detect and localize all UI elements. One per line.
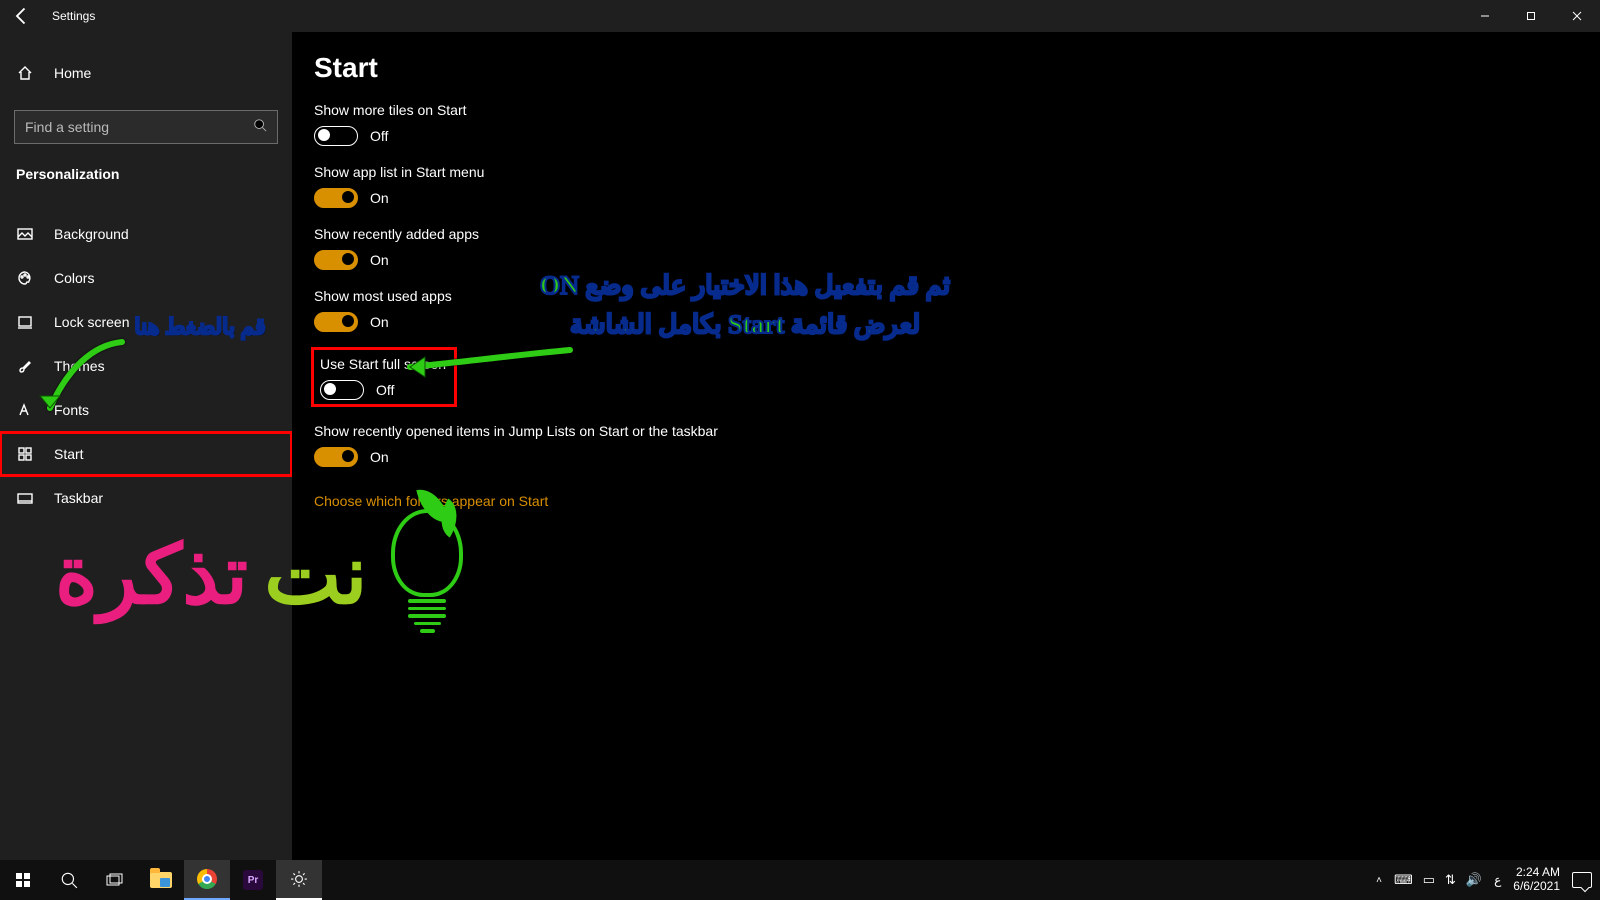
section-heading: Personalization [0,160,292,196]
sidebar-item-label: Fonts [54,402,89,418]
home-label: Home [54,65,91,81]
picture-icon [16,225,34,243]
taskbar-clock[interactable]: 2:24 AM 6/6/2021 [1513,866,1560,894]
home-icon [16,64,34,82]
setting-more-tiles: Show more tiles on Start Off [314,102,1578,146]
lock-screen-icon [16,313,34,331]
taskbar-right: ˄ ⌨ ▭ ⇅ 🔊 ع 2:24 AM 6/6/2021 [1376,866,1600,894]
keyboard-lang-icon[interactable]: ⌨ [1394,872,1413,888]
tray-overflow-icon[interactable]: ˄ [1376,875,1382,886]
toggle-state: On [370,449,389,465]
sidebar-item-label: Colors [54,270,94,286]
brush-icon [16,357,34,375]
task-view-button[interactable] [92,860,138,900]
clock-date: 6/6/2021 [1513,880,1560,894]
input-language[interactable]: ع [1494,873,1501,887]
title-bar: Settings [0,0,1600,32]
sidebar-item-taskbar[interactable]: Taskbar [0,476,292,520]
toggle-recent-apps[interactable] [314,250,358,270]
toggle-state: On [370,314,389,330]
back-button[interactable] [12,6,32,26]
search-icon [253,118,267,137]
sidebar-item-background[interactable]: Background [0,212,292,256]
sidebar-item-label: Start [54,446,84,462]
sidebar-item-fonts[interactable]: Fonts [0,388,292,432]
taskbar-chrome[interactable] [184,860,230,900]
taskbar-settings[interactable] [276,860,322,900]
minimize-button[interactable] [1462,0,1508,32]
title-bar-left: Settings [0,6,95,26]
setting-label: Show recently opened items in Jump Lists… [314,423,1578,439]
sidebar-item-label: Lock screen [54,314,129,330]
volume-icon[interactable]: 🔊 [1466,872,1482,888]
start-grid-icon [16,445,34,463]
sidebar-item-start[interactable]: Start [0,432,292,476]
setting-recent-apps: Show recently added apps On [314,226,1578,270]
settings-sidebar: Home Personalization Background Colors L… [0,32,292,860]
sidebar-item-label: Background [54,226,129,242]
taskbar-icon [16,489,34,507]
sidebar-item-label: Themes [54,358,105,374]
toggle-state: Off [376,382,394,398]
setting-label: Use Start full screen [320,356,446,372]
chrome-icon [197,869,217,889]
taskbar-premiere[interactable]: Pr [230,860,276,900]
setting-jump-lists: Show recently opened items in Jump Lists… [314,423,1578,467]
sidebar-item-label: Taskbar [54,490,103,506]
toggle-app-list[interactable] [314,188,358,208]
caption-buttons [1462,0,1600,32]
taskbar-explorer[interactable] [138,860,184,900]
setting-label: Show most used apps [314,288,1578,304]
sidebar-item-themes[interactable]: Themes [0,344,292,388]
choose-folders-link[interactable]: Choose which folders appear on Start [314,493,548,509]
setting-label: Show app list in Start menu [314,164,1578,180]
settings-content: Start Show more tiles on Start Off Show … [292,32,1600,860]
sidebar-item-lockscreen[interactable]: Lock screen [0,300,292,344]
sidebar-nav: Background Colors Lock screen Themes Fon… [0,212,292,520]
toggle-full-screen[interactable] [320,380,364,400]
toggle-state: On [370,252,389,268]
app-title: Settings [52,9,95,23]
setting-label: Show recently added apps [314,226,1578,242]
search-box[interactable] [14,110,278,144]
setting-label: Show more tiles on Start [314,102,1578,118]
toggle-state: On [370,190,389,206]
home-nav[interactable]: Home [0,50,292,96]
palette-icon [16,269,34,287]
clock-time: 2:24 AM [1513,866,1560,880]
folder-icon [150,872,172,888]
setting-most-used: Show most used apps On [314,288,1578,332]
wifi-icon[interactable]: ⇅ [1445,872,1456,888]
sidebar-item-colors[interactable]: Colors [0,256,292,300]
toggle-more-tiles[interactable] [314,126,358,146]
taskbar-search-button[interactable] [46,860,92,900]
start-button[interactable] [0,860,46,900]
toggle-most-used[interactable] [314,312,358,332]
taskbar: Pr ˄ ⌨ ▭ ⇅ 🔊 ع 2:24 AM 6/6/2021 [0,860,1600,900]
premiere-icon: Pr [243,870,263,890]
system-tray: ⌨ ▭ ⇅ 🔊 [1394,872,1482,888]
action-center-icon[interactable] [1572,872,1592,888]
setting-full-screen: Use Start full screen Off [314,350,1578,405]
toggle-jump-lists[interactable] [314,447,358,467]
search-input[interactable] [25,119,253,135]
maximize-button[interactable] [1508,0,1554,32]
font-icon [16,401,34,419]
page-title: Start [314,52,1578,84]
close-button[interactable] [1554,0,1600,32]
setting-app-list: Show app list in Start menu On [314,164,1578,208]
toggle-state: Off [370,128,388,144]
battery-icon[interactable]: ▭ [1423,872,1435,888]
taskbar-left: Pr [0,860,322,900]
